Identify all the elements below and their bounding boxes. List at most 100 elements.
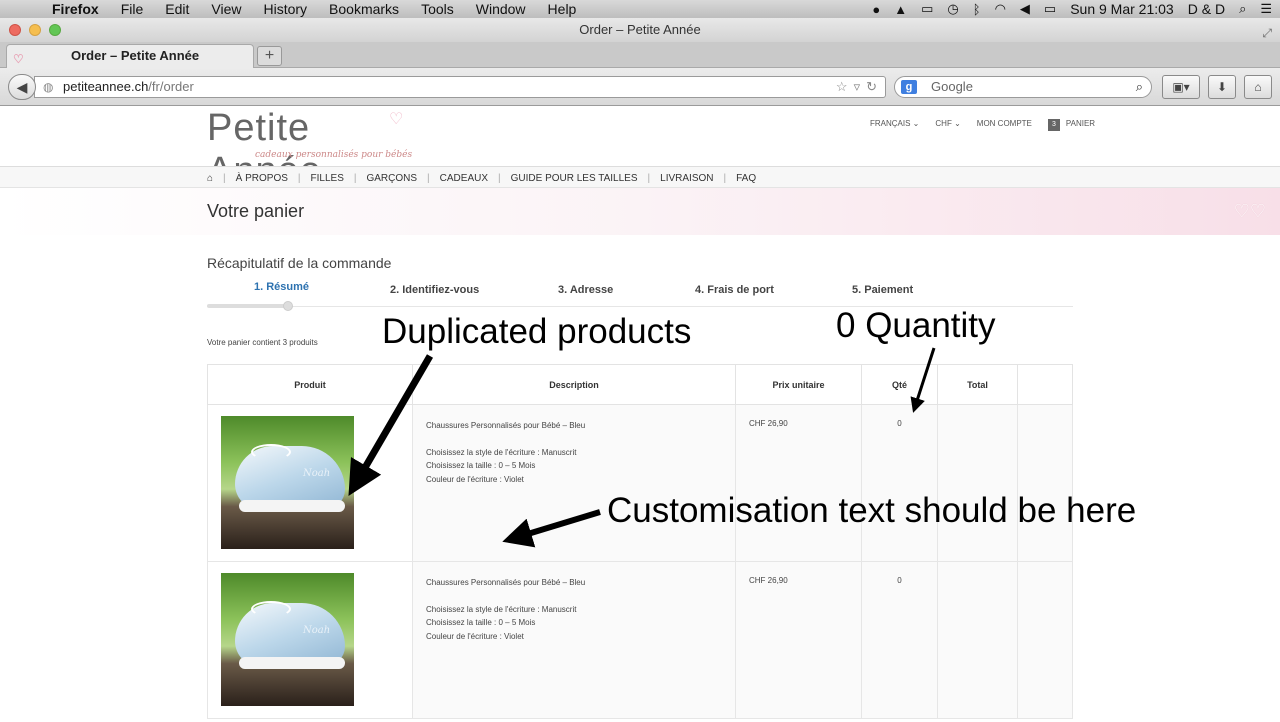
annotation-zero-quantity: 0 Quantity (836, 306, 996, 345)
battery-icon[interactable]: ▭ (1044, 1, 1056, 17)
favicon-heart-icon: ♡ (13, 52, 24, 66)
nav-delivery[interactable]: LIVRAISON (660, 173, 713, 184)
unit-price: CHF 26,90 (735, 404, 862, 562)
option-size: Choisissez la taille : 0 – 5 Mois (426, 618, 536, 627)
menu-history[interactable]: History (263, 1, 307, 17)
bookmarks-menu-button[interactable]: ▣▾ (1162, 75, 1200, 99)
macos-menubar: Firefox File Edit View History Bookmarks… (0, 0, 1280, 18)
drive-icon[interactable]: ▲ (894, 2, 907, 17)
menu-help[interactable]: Help (548, 1, 577, 17)
minimize-window-button[interactable] (29, 24, 41, 36)
col-product: Produit (207, 364, 413, 405)
downloads-button[interactable]: ⬇ (1208, 75, 1236, 99)
url-bar[interactable]: ◍ petiteannee.ch/fr/order ☆ ▿ ↻ (34, 76, 886, 98)
menu-view[interactable]: View (211, 1, 241, 17)
steps-progress (207, 304, 289, 308)
close-window-button[interactable] (9, 24, 21, 36)
zoom-window-button[interactable] (49, 24, 61, 36)
cart-count-badge: 3 (1047, 119, 1060, 131)
cart-table: Produit Description Prix unitaire Qté To… (207, 364, 1073, 719)
remove-cell (1017, 404, 1073, 562)
step-summary[interactable]: 1. Résumé (254, 281, 309, 293)
line-total (937, 404, 1018, 562)
spotlight-icon[interactable]: ⌕ (1239, 1, 1246, 17)
step-address[interactable]: 3. Adresse (558, 284, 613, 296)
site-logo[interactable]: Petite Année cadeaux personnalisés pour … (207, 107, 417, 192)
google-search-engine-icon[interactable]: g (901, 80, 917, 94)
menu-file[interactable]: File (121, 1, 144, 17)
page-title: Votre panier (207, 201, 305, 221)
volume-icon[interactable]: ◀ (1020, 1, 1030, 17)
quantity[interactable]: 0 (861, 404, 938, 562)
tab-order[interactable]: ♡ Order – Petite Année (6, 44, 254, 68)
product-image-caption: Noah (303, 468, 331, 479)
menu-edit[interactable]: Edit (165, 1, 189, 17)
airplay-icon[interactable]: ▭ (921, 1, 933, 17)
back-button[interactable]: ◀ (8, 74, 36, 100)
banner-hearts-icon: ♡♡ (1233, 201, 1266, 221)
nav-about[interactable]: À PROPOS (236, 173, 288, 184)
language-selector[interactable]: FRANÇAIS ⌄ (870, 119, 919, 131)
search-icon[interactable]: ⌕ (1136, 77, 1143, 97)
menu-window[interactable]: Window (476, 1, 526, 17)
steps-progress-knob (283, 301, 293, 311)
menu-tools[interactable]: Tools (421, 1, 454, 17)
notification-center-icon[interactable]: ☰ (1260, 1, 1272, 17)
search-bar[interactable]: g Google ⌕ (894, 76, 1152, 98)
option-writing-style: Choisissez la style de l'écriture : Manu… (426, 604, 577, 614)
history-dropdown-icon[interactable]: ▿ (854, 77, 861, 97)
product-title[interactable]: Chaussures Personnalisés pour Bébé – Ble… (426, 419, 722, 433)
clock[interactable]: Sun 9 Mar 21:03 (1070, 1, 1174, 17)
cart-link[interactable]: 3 PANIER (1047, 119, 1095, 131)
header-links: FRANÇAIS ⌄ CHF ⌄ MON COMPTE 3 PANIER (870, 119, 1095, 131)
reload-icon[interactable]: ↻ (866, 77, 877, 97)
annotation-customisation-missing: Customisation text should be here (607, 491, 1137, 530)
nav-faq[interactable]: FAQ (736, 173, 756, 184)
page-banner: Votre panier ♡♡ (0, 188, 1280, 235)
bookmark-star-icon[interactable]: ☆ (836, 77, 848, 97)
col-description: Description (412, 364, 736, 405)
nav-size-guide[interactable]: GUIDE POUR LES TAILLES (511, 173, 638, 184)
logo-subtitle: cadeaux personnalisés pour bébés (255, 150, 413, 160)
home-button[interactable]: ⌂ (1244, 75, 1272, 99)
account-link[interactable]: MON COMPTE (977, 119, 1032, 131)
main-navigation: ⌂ | À PROPOS | FILLES | GARÇONS | CADEAUX | G… (0, 166, 1280, 188)
cart-product-count: Votre panier contient 3 produits (207, 338, 318, 347)
unit-price: CHF 26,90 (735, 561, 862, 719)
menu-app-name[interactable]: Firefox (52, 1, 99, 17)
currency-selector[interactable]: CHF ⌄ (935, 119, 960, 131)
bluetooth-icon[interactable]: ᛒ (973, 2, 981, 17)
nav-gifts[interactable]: CADEAUX (440, 173, 488, 184)
nav-boys[interactable]: GARÇONS (366, 173, 417, 184)
option-writing-color: Couleur de l'écriture : Violet (426, 474, 524, 484)
step-shipping[interactable]: 4. Frais de port (695, 284, 774, 296)
wifi-icon[interactable]: ◠ (995, 1, 1006, 17)
line-total (937, 561, 1018, 719)
product-title[interactable]: Chaussures Personnalisés pour Bébé – Ble… (426, 576, 722, 590)
col-unit-price: Prix unitaire (735, 364, 862, 405)
product-image[interactable]: Noah (221, 416, 354, 549)
step-identify[interactable]: 2. Identifiez-vous (390, 284, 479, 296)
search-placeholder: Google (931, 79, 973, 94)
user-name[interactable]: D & D (1188, 1, 1225, 17)
home-nav-icon[interactable]: ⌂ (207, 173, 213, 184)
new-tab-button[interactable]: + (257, 46, 282, 66)
navigation-toolbar: ◍ petiteannee.ch/fr/order ☆ ▿ ↻ ◀ g Goog… (0, 68, 1280, 106)
col-total: Total (937, 364, 1018, 405)
web-page: Petite Année cadeaux personnalisés pour … (0, 107, 1280, 722)
status-icon[interactable]: ● (872, 2, 880, 17)
option-writing-style: Choisissez la style de l'écriture : Manu… (426, 447, 577, 457)
quantity[interactable]: 0 (861, 561, 938, 719)
url-path: /fr/order (148, 79, 194, 94)
step-payment[interactable]: 5. Paiement (852, 284, 913, 296)
col-quantity: Qté (861, 364, 938, 405)
nav-girls[interactable]: FILLES (311, 173, 344, 184)
time-machine-icon[interactable]: ◷ (947, 1, 958, 17)
logo-heart-icon: ♡ (389, 111, 404, 128)
tab-label: Order – Petite Année (71, 48, 200, 63)
menu-bookmarks[interactable]: Bookmarks (329, 1, 399, 17)
globe-icon: ◍ (43, 80, 54, 94)
product-image-caption: Noah (303, 625, 331, 636)
product-image[interactable]: Noah (221, 573, 354, 706)
annotation-duplicated-products: Duplicated products (382, 312, 692, 351)
